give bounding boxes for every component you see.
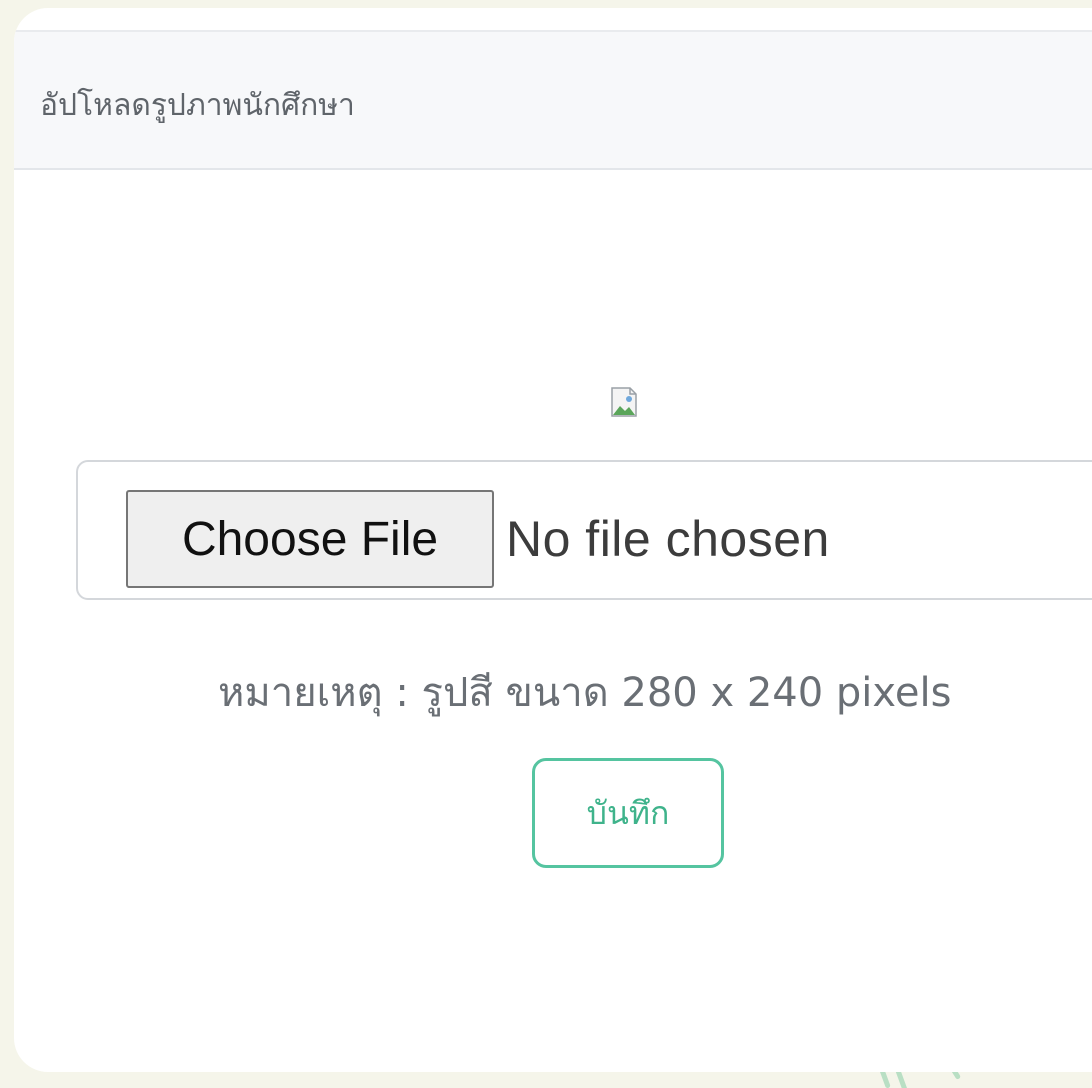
size-note: หมายเหตุ : รูปสี ขนาด 280 x 240 pixels (218, 670, 952, 716)
choose-file-button[interactable]: Choose File (126, 490, 494, 588)
card-title: อัปโหลดรูปภาพนักศึกษา (40, 88, 355, 123)
upload-card: อัปโหลดรูปภาพนักศึกษา Choose File No fil… (14, 8, 1092, 1072)
file-status-text: No file chosen (506, 511, 830, 567)
save-button[interactable]: บันทึก (532, 758, 724, 868)
card-header: อัปโหลดรูปภาพนักศึกษา (14, 30, 1092, 170)
file-input-group: Choose File No file chosen (76, 460, 1092, 600)
broken-image-icon (610, 386, 640, 420)
